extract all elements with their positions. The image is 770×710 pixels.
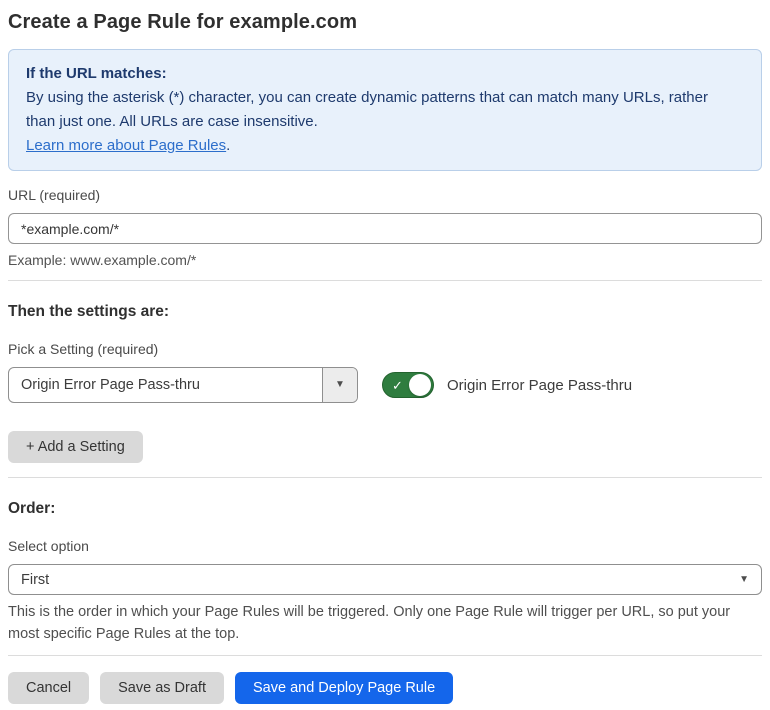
info-box-body: By using the asterisk (*) character, you… xyxy=(26,89,708,130)
link-suffix: . xyxy=(226,137,231,154)
add-setting-button[interactable]: + Add a Setting xyxy=(8,431,143,463)
create-page-rule-form: Create a Page Rule for example.com If th… xyxy=(0,0,770,704)
info-box-link-line: Learn more about Page Rules. xyxy=(26,134,744,158)
info-box-heading: If the URL matches: xyxy=(26,65,167,82)
setting-dropdown-value: Origin Error Page Pass-thru xyxy=(21,377,200,393)
setting-row: Origin Error Page Pass-thru ▼ ✓ Origin E… xyxy=(8,367,762,403)
save-draft-button[interactable]: Save as Draft xyxy=(100,672,224,704)
settings-section-heading: Then the settings are: xyxy=(8,303,170,320)
toggle-label: Origin Error Page Pass-thru xyxy=(447,376,633,394)
order-section-heading: Order: xyxy=(8,500,56,517)
setting-dropdown-button[interactable]: ▼ xyxy=(322,368,357,402)
toggle-knob xyxy=(409,374,431,396)
check-icon: ✓ xyxy=(392,377,403,393)
url-input[interactable] xyxy=(8,213,762,244)
url-example-helper: Example: www.example.com/* xyxy=(8,252,197,268)
page-title: Create a Page Rule for example.com xyxy=(8,11,358,33)
order-helper-text: This is the order in which your Page Rul… xyxy=(8,604,731,642)
cancel-button[interactable]: Cancel xyxy=(8,672,90,704)
order-select-value: First xyxy=(21,571,50,588)
divider xyxy=(8,477,762,478)
chevron-down-icon: ▼ xyxy=(739,573,749,585)
action-bar: Cancel Save as Draft Save and Deploy Pag… xyxy=(8,672,762,704)
select-option-label: Select option xyxy=(8,538,89,554)
pick-setting-label: Pick a Setting (required) xyxy=(8,341,159,357)
url-field-label: URL (required) xyxy=(8,187,101,203)
origin-error-toggle[interactable]: ✓ xyxy=(382,372,434,398)
chevron-down-icon: ▼ xyxy=(335,379,345,390)
save-deploy-button[interactable]: Save and Deploy Page Rule xyxy=(234,672,454,704)
order-select[interactable]: First ▼ xyxy=(8,564,762,595)
learn-more-link[interactable]: Learn more about Page Rules xyxy=(26,137,226,154)
url-match-info-box: If the URL matches: By using the asteris… xyxy=(8,49,762,171)
divider xyxy=(8,655,762,656)
divider xyxy=(8,280,762,281)
setting-dropdown[interactable]: Origin Error Page Pass-thru ▼ xyxy=(8,367,358,403)
